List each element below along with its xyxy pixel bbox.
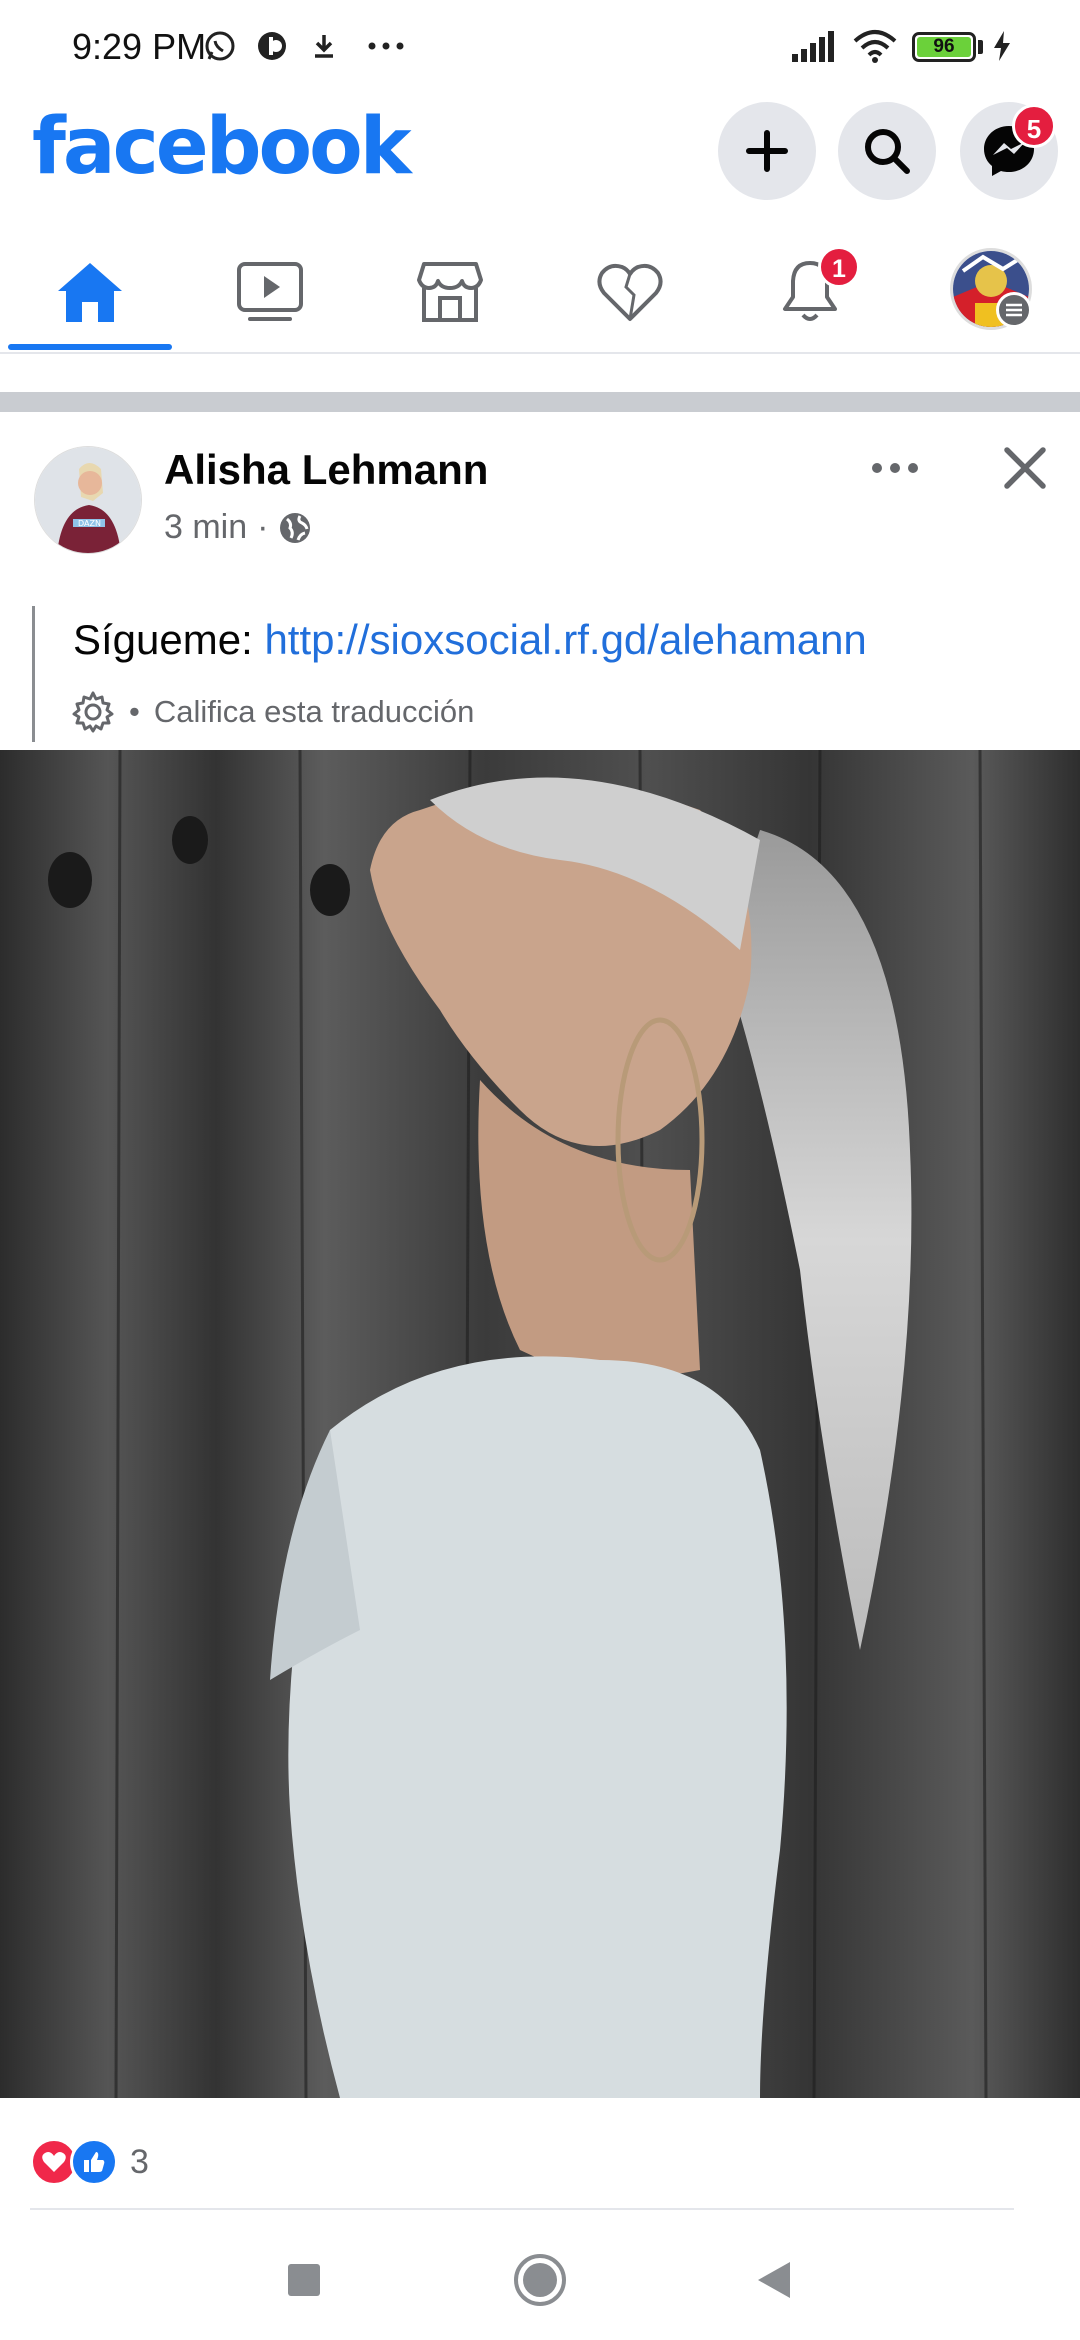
search-button[interactable] [838, 102, 936, 200]
translated-text-block: Sígueme: http://sioxsocial.rf.gd/alehama… [32, 606, 1042, 742]
post-link[interactable]: http://sioxsocial.rf.gd/alehamann [264, 616, 866, 663]
tab-home[interactable] [0, 232, 180, 352]
square-icon [288, 2264, 320, 2296]
home-icon [58, 263, 122, 322]
more-dots-icon [364, 26, 408, 66]
feed-separator [0, 392, 1080, 412]
marketplace-icon [417, 262, 483, 322]
battery-level: 96 [917, 37, 971, 57]
app-header: facebook [0, 96, 1080, 208]
home-button[interactable] [500, 2240, 580, 2320]
back-button[interactable] [734, 2240, 814, 2320]
wifi-icon [850, 26, 900, 66]
more-dots-icon [872, 463, 918, 473]
tab-dating[interactable] [540, 232, 720, 352]
tab-bar [0, 232, 1080, 354]
svg-text:DAZN: DAZN [78, 519, 101, 528]
post-author-name[interactable]: Alisha Lehmann [164, 446, 488, 494]
battery-icon: 96 [912, 32, 976, 62]
whatsapp-icon [200, 26, 240, 66]
system-nav-bar [0, 2212, 1080, 2340]
search-icon [865, 129, 910, 174]
video-icon [237, 262, 303, 321]
create-button[interactable] [718, 102, 816, 200]
facebook-logo[interactable]: facebook [32, 102, 412, 192]
post-meta: 3 min · [164, 508, 312, 547]
post-text: Sígueme: http://sioxsocial.rf.gd/alehama… [73, 616, 867, 664]
active-tab-indicator [8, 344, 172, 350]
triangle-back-icon [758, 2262, 790, 2298]
post-photo[interactable] [0, 750, 1080, 2098]
recents-button[interactable] [264, 2240, 344, 2320]
notifications-badge: 1 [818, 246, 860, 288]
tab-marketplace[interactable] [360, 232, 540, 352]
gear-icon[interactable] [71, 690, 115, 734]
tab-watch[interactable] [180, 232, 360, 352]
like-reaction-icon [70, 2138, 118, 2186]
post-more-button[interactable] [860, 446, 930, 490]
menu-icon [996, 292, 1032, 328]
post-close-button[interactable] [990, 438, 1060, 498]
close-icon [1004, 447, 1046, 489]
messenger-badge: 5 [1012, 104, 1056, 148]
charging-icon [990, 26, 1014, 66]
circle-icon [514, 2254, 566, 2306]
tab-notifications[interactable] [720, 232, 900, 352]
post-divider [30, 2208, 1014, 2210]
reaction-count: 3 [130, 2142, 149, 2181]
status-time: 9:29 PM [72, 26, 207, 67]
reactions-summary[interactable]: 3 [30, 2136, 149, 2188]
author-avatar[interactable]: DAZN [34, 446, 142, 554]
rate-translation-row: • Califica esta traducción [71, 690, 474, 734]
post-text-prefix: Sígueme: [73, 616, 265, 663]
rate-translation-link[interactable]: Califica esta traducción [154, 694, 475, 730]
battery-tip [978, 40, 983, 54]
plus-icon [746, 130, 788, 172]
meta-separator: · [257, 508, 269, 546]
status-bar: 9:29 PM 96 [0, 0, 1080, 96]
download-icon [304, 26, 344, 66]
globe-icon [280, 512, 311, 543]
heart-icon [597, 263, 663, 321]
rate-bullet: • [129, 694, 140, 729]
signal-icon [788, 26, 838, 66]
post-time[interactable]: 3 min [164, 508, 247, 547]
notification-app-icon [252, 26, 292, 66]
